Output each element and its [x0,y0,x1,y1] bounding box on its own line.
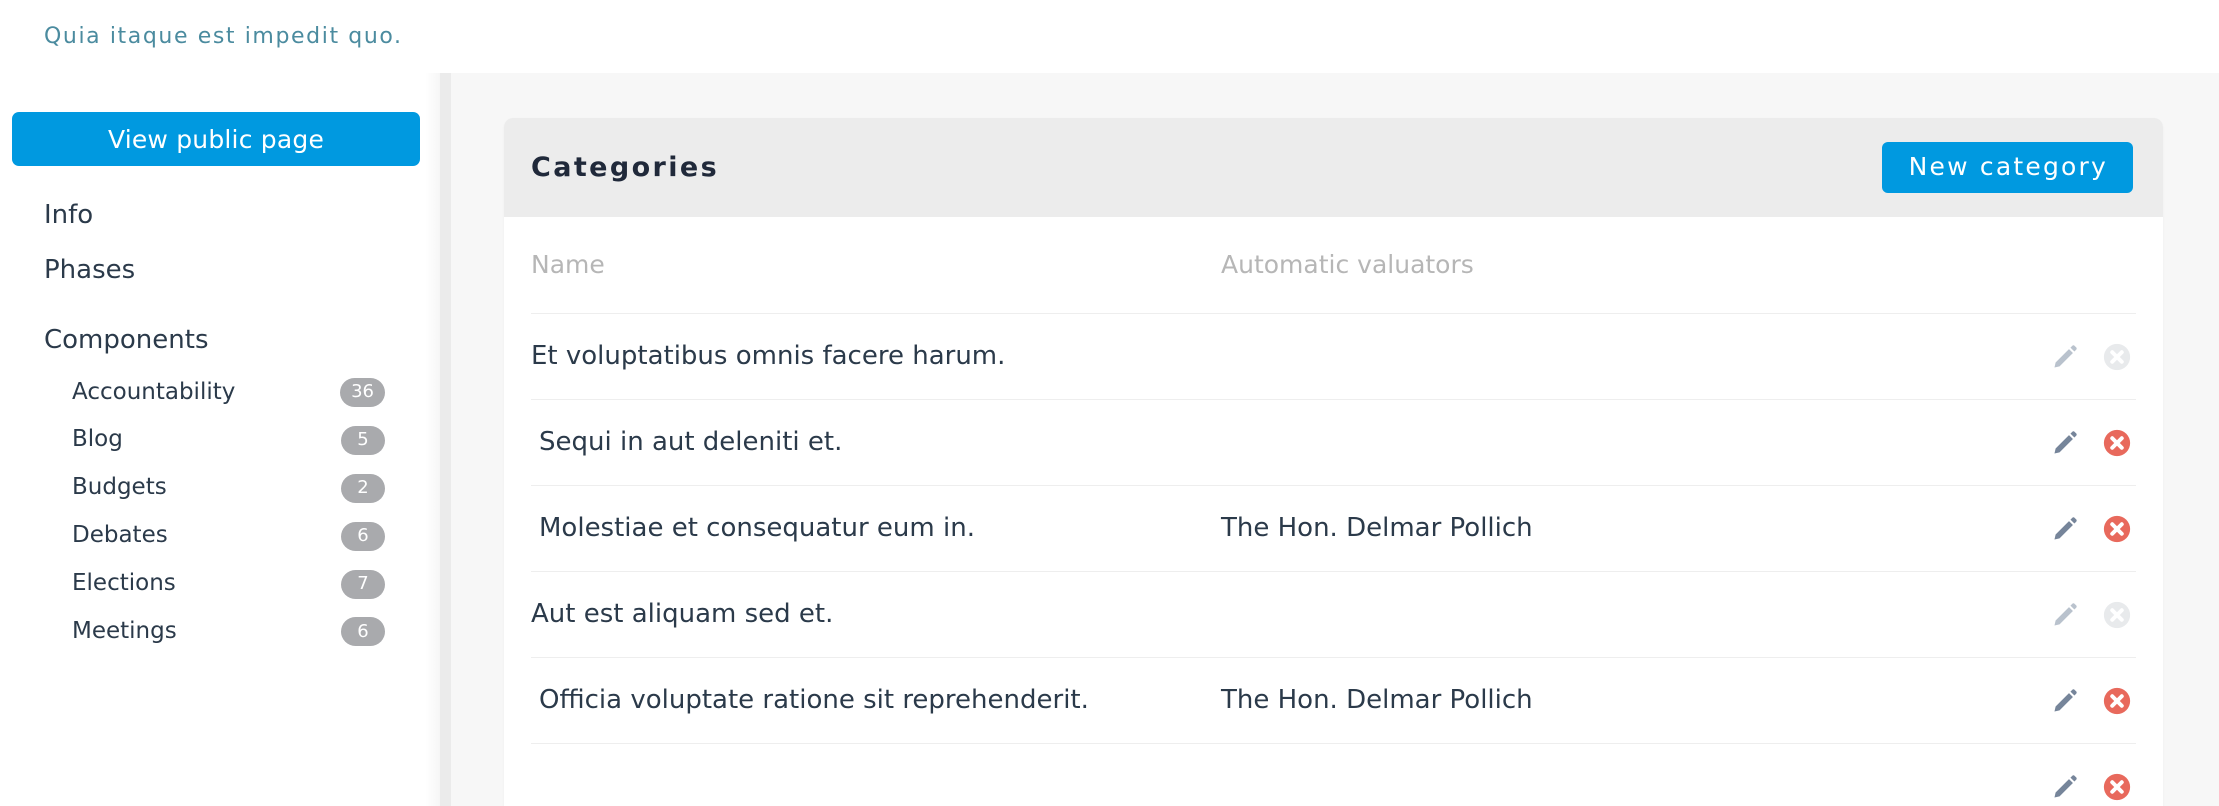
category-valuators: The Hon. Delmar Pollich [1221,513,1533,544]
sidebar-item-count-badge: 2 [341,473,385,503]
table-row: Aut est aliquam sed et. [531,571,2136,657]
sidebar-item-meetings[interactable]: Meetings 6 [0,608,440,656]
sidebar-item-count-badge: 5 [341,425,385,455]
pencil-icon [2053,603,2077,626]
sidebar-item-accountability[interactable]: Accountability 36 [0,369,440,417]
sidebar-item-info[interactable]: Info [0,188,440,243]
row-actions [1976,686,2136,716]
sidebar-scrollbar-track[interactable] [440,73,451,806]
pencil-icon [2053,775,2077,798]
edit-category-button[interactable] [2050,428,2080,458]
category-name: Aut est aliquam sed et. [531,599,834,630]
pencil-icon [2053,517,2077,540]
delete-category-button[interactable] [2102,514,2132,544]
sidebar-primary-nav: Info Phases [0,188,440,297]
sidebar-item-phases[interactable]: Phases [0,243,440,298]
pencil-icon [2053,689,2077,712]
top-title-bar: Quia itaque est impedit quo. [0,0,2219,73]
edit-category-button[interactable] [2050,600,2080,630]
category-name: Officia voluptate ratione sit reprehende… [539,685,1089,716]
row-actions [1976,342,2136,372]
sidebar-item-count-badge: 6 [341,521,385,551]
table-row: Molestiae et consequatur eum in. The Hon… [531,485,2136,571]
column-header-automatic-valuators: Automatic valuators [1221,250,1474,279]
new-category-button[interactable]: New category [1881,141,2133,194]
close-circle-icon [2103,343,2131,370]
edit-category-button[interactable] [2050,342,2080,372]
categories-heading: Categories [531,152,720,183]
table-header-row: Name Automatic valuators [531,217,2136,313]
sidebar-item-count-badge: 6 [341,617,385,647]
sidebar-item-blog[interactable]: Blog 5 [0,416,440,464]
pencil-icon [2053,431,2077,454]
delete-category-button[interactable] [2102,342,2132,372]
categories-table: Name Automatic valuators Et voluptatibus… [504,217,2163,806]
sidebar-item-count-badge: 36 [340,377,385,407]
row-actions [1976,772,2136,802]
close-circle-icon [2103,515,2131,542]
sidebar: View public page Info Phases Components … [0,73,440,806]
row-actions [1976,514,2136,544]
sidebar-components-list: Accountability 36 Blog 5 Budgets 2 Debat… [0,369,440,656]
sidebar-item-debates[interactable]: Debates 6 [0,512,440,560]
table-row: Sequi in aut deleniti et. [531,399,2136,485]
table-row: Et voluptatibus omnis facere harum. [531,313,2136,399]
row-actions [1976,600,2136,630]
sidebar-item-label: Debates [72,522,168,549]
close-circle-icon [2103,429,2131,456]
categories-card: Categories New category Name Automatic v… [504,118,2163,806]
column-header-name: Name [531,250,605,279]
category-name: Et voluptatibus omnis facere harum. [531,341,1006,372]
sidebar-item-count-badge: 7 [341,569,385,599]
sidebar-item-label: Elections [72,570,176,597]
main-content: Categories New category Name Automatic v… [451,73,2219,806]
category-name: Sequi in aut deleniti et. [539,427,843,458]
table-row: Officia voluptate ratione sit reprehende… [531,657,2136,743]
sidebar-item-budgets[interactable]: Budgets 2 [0,464,440,512]
close-circle-icon [2103,773,2131,800]
app-root: Quia itaque est impedit quo. View public… [0,0,2219,806]
category-name: Molestiae et consequatur eum in. [539,513,975,544]
sidebar-section-components: Components [44,325,209,355]
delete-category-button[interactable] [2102,686,2132,716]
sidebar-item-label: Meetings [72,617,177,644]
pencil-icon [2053,345,2077,368]
category-valuators: The Hon. Delmar Pollich [1221,685,1533,716]
sidebar-item-label: Budgets [72,474,167,501]
close-circle-icon [2103,687,2131,714]
edit-category-button[interactable] [2050,686,2080,716]
table-row [531,743,2136,806]
delete-category-button[interactable] [2102,772,2132,802]
delete-category-button[interactable] [2102,428,2132,458]
sidebar-item-label: Accountability [72,378,236,405]
sidebar-item-label: Blog [72,426,123,453]
edit-category-button[interactable] [2050,514,2080,544]
close-circle-icon [2103,601,2131,628]
delete-category-button[interactable] [2102,600,2132,630]
view-public-page-button[interactable]: View public page [12,112,420,166]
page-title: Quia itaque est impedit quo. [44,24,403,49]
categories-card-header: Categories New category [504,118,2163,217]
edit-category-button[interactable] [2050,772,2080,802]
row-actions [1976,428,2136,458]
sidebar-item-elections[interactable]: Elections 7 [0,560,440,608]
